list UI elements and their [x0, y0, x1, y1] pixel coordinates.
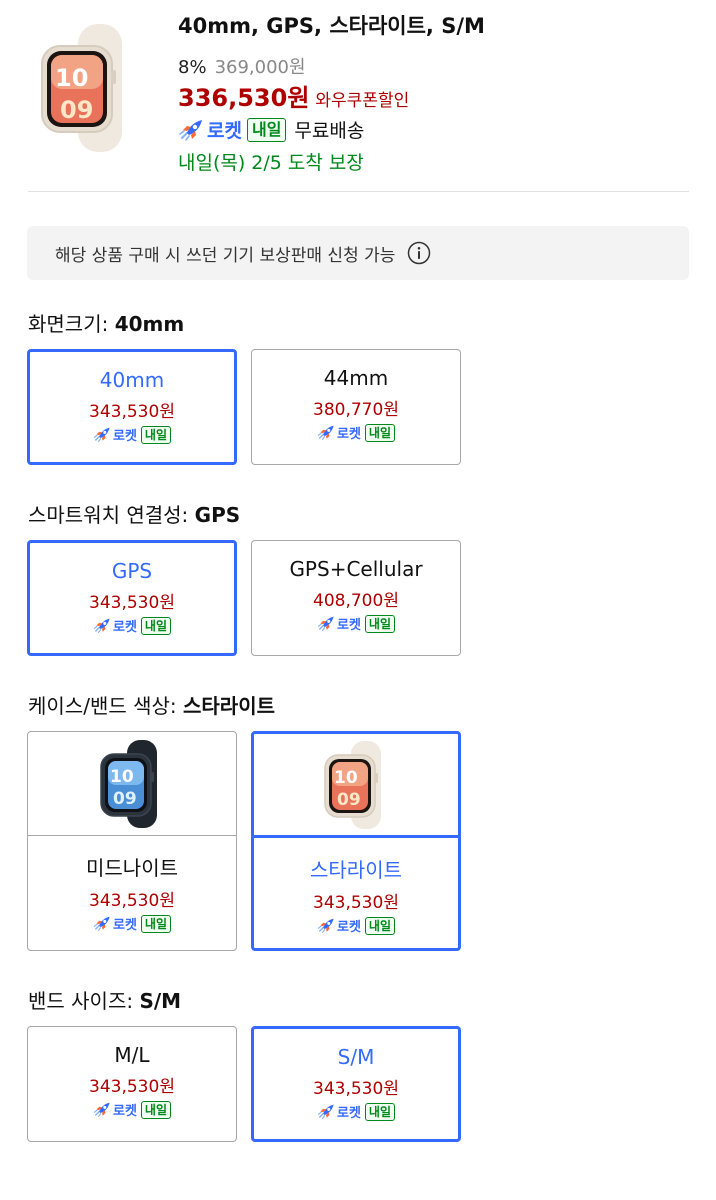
option-midnight[interactable]: 10 09 미드나이트 343,530원 로켓 내일 — [27, 731, 237, 951]
selected-connectivity: GPS — [194, 503, 241, 527]
option-label-connectivity: 스마트워치 연결성: GPS — [28, 503, 241, 527]
rocket-icon — [93, 426, 111, 443]
selected-screen-size: 40mm — [114, 312, 185, 336]
rocket-delivery-badge: 로켓 내일 — [178, 116, 287, 143]
rocket-label: 로켓 — [336, 920, 361, 935]
midnight-watch-image: 10 09 — [28, 732, 236, 836]
svg-text:10: 10 — [55, 64, 88, 92]
option-name: M/L — [114, 1043, 150, 1067]
info-icon[interactable] — [407, 241, 431, 265]
rocket-icon — [317, 424, 335, 441]
rocket-delivery-badge: 로켓 내일 — [317, 916, 395, 935]
option-gps[interactable]: GPS 343,530원 로켓 내일 — [27, 540, 237, 656]
rocket-delivery-badge: 로켓 내일 — [317, 1102, 395, 1121]
option-price: 380,770원 — [313, 400, 399, 420]
svg-text:10: 10 — [110, 767, 134, 787]
price-line: 8% 369,000원 — [178, 53, 306, 79]
selected-band-size: S/M — [139, 989, 182, 1013]
rocket-label: 로켓 — [112, 429, 137, 444]
rocket-delivery-badge: 로켓 내일 — [93, 616, 171, 635]
tradein-text: 해당 상품 구매 시 쓰던 기기 보상판매 신청 가능 — [55, 245, 396, 266]
discount-rate: 8% — [178, 57, 207, 78]
option-name: GPS+Cellular — [289, 557, 423, 581]
option-44mm[interactable]: 44mm 380,770원 로켓 내일 — [251, 349, 461, 465]
product-title: 40mm, GPS, 스타라이트, S/M — [178, 14, 485, 38]
option-price: 343,530원 — [313, 893, 399, 913]
product-summary: 10 09 40mm, GPS, 스타라이트, S/M 8% 369,000원 3… — [0, 0, 716, 192]
option-name: GPS — [111, 559, 153, 583]
option-price: 343,530원 — [89, 402, 175, 422]
rocket-icon — [93, 1101, 111, 1118]
rocket-label: 로켓 — [207, 120, 242, 142]
free-shipping: 무료배송 — [294, 120, 365, 142]
option-price: 343,530원 — [313, 1079, 399, 1099]
option-ml[interactable]: M/L 343,530원 로켓 내일 — [27, 1026, 237, 1142]
tradein-banner[interactable]: 해당 상품 구매 시 쓰던 기기 보상판매 신청 가능 — [27, 226, 689, 280]
rocket-label: 로켓 — [336, 1106, 361, 1121]
rocket-label: 로켓 — [336, 427, 361, 442]
tomorrow-badge: 내일 — [364, 916, 395, 935]
rocket-icon — [93, 915, 111, 932]
rocket-label: 로켓 — [112, 620, 137, 635]
option-price: 408,700원 — [313, 591, 399, 611]
starlight-watch-image: 10 09 — [254, 734, 458, 838]
svg-text:09: 09 — [113, 789, 137, 809]
option-name: 미드나이트 — [86, 856, 178, 880]
tomorrow-badge: 내일 — [364, 1102, 395, 1121]
selected-color: 스타라이트 — [183, 694, 275, 718]
option-name: 40mm — [99, 368, 165, 392]
starlight-watch-thumbnail[interactable]: 10 09 — [28, 24, 148, 152]
option-label-screen-size: 화면크기: 40mm — [28, 312, 185, 336]
option-price: 343,530원 — [89, 1077, 175, 1097]
svg-text:10: 10 — [334, 768, 358, 788]
tomorrow-badge: 내일 — [364, 423, 395, 442]
sale-price-line: 336,530원 와우쿠폰할인 — [178, 78, 409, 113]
rocket-delivery-badge: 로켓 내일 — [93, 914, 171, 933]
rocket-icon — [317, 615, 335, 632]
rocket-icon — [178, 118, 204, 142]
rocket-delivery-badge: 로켓 내일 — [317, 423, 395, 442]
rocket-label: 로켓 — [112, 918, 137, 933]
option-price: 343,530원 — [89, 593, 175, 613]
rocket-delivery-badge: 로켓 내일 — [93, 1100, 171, 1119]
rocket-label: 로켓 — [336, 618, 361, 633]
svg-text:09: 09 — [337, 790, 361, 810]
rocket-label: 로켓 — [112, 1104, 137, 1119]
rocket-icon — [317, 1103, 335, 1120]
option-sm[interactable]: S/M 343,530원 로켓 내일 — [251, 1026, 461, 1142]
tomorrow-badge: 내일 — [140, 1100, 171, 1119]
sale-price: 336,530원 — [178, 84, 310, 112]
option-label-color: 케이스/밴드 색상: 스타라이트 — [28, 694, 275, 718]
option-name: S/M — [337, 1045, 375, 1069]
option-label-band-size: 밴드 사이즈: S/M — [28, 989, 182, 1013]
svg-text:09: 09 — [60, 96, 93, 124]
delivery-guarantee: 내일(목) 2/5 도착 보장 — [178, 152, 364, 174]
tomorrow-badge: 내일 — [246, 117, 287, 142]
option-40mm[interactable]: 40mm 343,530원 로켓 내일 — [27, 349, 237, 465]
rocket-icon — [317, 917, 335, 934]
tomorrow-badge: 내일 — [364, 614, 395, 633]
option-name: 44mm — [323, 366, 389, 390]
rocket-delivery-badge: 로켓 내일 — [93, 425, 171, 444]
tomorrow-badge: 내일 — [140, 914, 171, 933]
original-price: 369,000원 — [214, 57, 306, 78]
option-price: 343,530원 — [89, 891, 175, 911]
option-starlight[interactable]: 10 09 스타라이트 343,530원 로켓 내일 — [251, 731, 461, 951]
coupon-label: 와우쿠폰할인 — [315, 91, 410, 111]
rocket-delivery-badge: 로켓 내일 — [317, 614, 395, 633]
option-name: 스타라이트 — [310, 858, 402, 882]
tomorrow-badge: 내일 — [140, 425, 171, 444]
tomorrow-badge: 내일 — [140, 616, 171, 635]
option-gps-cellular[interactable]: GPS+Cellular 408,700원 로켓 내일 — [251, 540, 461, 656]
divider — [28, 191, 689, 192]
shipping-line: 로켓 내일 무료배송 — [178, 116, 364, 143]
rocket-icon — [93, 617, 111, 634]
